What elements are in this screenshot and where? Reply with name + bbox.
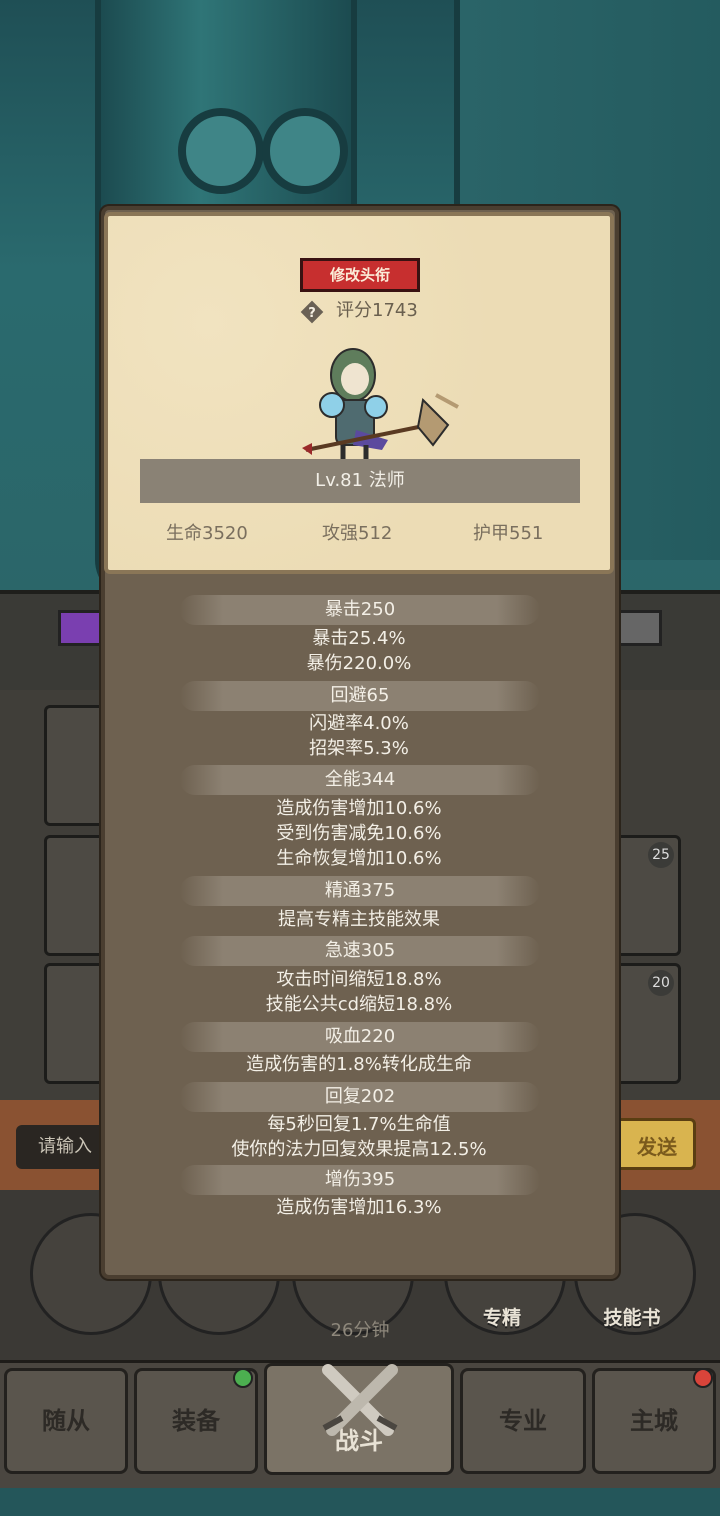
stat-attack-power: 攻强512 xyxy=(322,523,393,544)
stat-header-recovery: 回复202 xyxy=(180,1082,540,1112)
stat-header-mastery: 精通375 xyxy=(180,876,540,906)
character-avatar xyxy=(302,348,459,463)
stat-line: 造成伤害增加16.3% xyxy=(276,1197,442,1218)
question-diamond-icon[interactable]: ? xyxy=(298,298,326,326)
send-button[interactable]: 发送 xyxy=(612,1118,696,1170)
notification-dot xyxy=(233,1368,253,1388)
stat-header-versatility: 全能344 xyxy=(180,765,540,795)
stat-header-dodge: 回避65 xyxy=(180,681,540,711)
stat-header-damage-bonus: 增伤395 xyxy=(180,1165,540,1195)
stat-line: 闪避率4.0% xyxy=(309,713,409,734)
stat-line: 造成伤害的1.8%转化成生命 xyxy=(246,1054,472,1075)
level-class-bar: Lv.81 法师 xyxy=(140,459,580,503)
stat-line: 每5秒回复1.7%生命值 xyxy=(267,1114,451,1135)
crossed-swords-icon xyxy=(322,1364,398,1436)
edit-title-button[interactable]: 修改头衔 xyxy=(300,258,420,292)
stat-line: 使你的法力回复效果提高12.5% xyxy=(231,1139,487,1160)
stat-hp: 生命3520 xyxy=(166,523,248,544)
slot-count-badge: 25 xyxy=(648,842,674,868)
battle-timer: 26分钟 xyxy=(330,1320,390,1341)
stat-armor: 护甲551 xyxy=(473,523,544,544)
stat-header-haste: 急速305 xyxy=(180,936,540,966)
stat-header-lifesteal: 吸血220 xyxy=(180,1022,540,1052)
stat-line: 暴击25.4% xyxy=(312,628,406,649)
slot-count-badge: 20 xyxy=(648,970,674,996)
svg-text:?: ? xyxy=(308,306,316,321)
stat-line: 提高专精主技能效果 xyxy=(278,909,440,930)
stat-line: 暴伤220.0% xyxy=(306,653,412,674)
tab-followers[interactable]: 随从 xyxy=(4,1368,128,1474)
stat-line: 攻击时间缩短18.8% xyxy=(276,969,442,990)
stat-line: 技能公共cd缩短18.8% xyxy=(265,994,453,1015)
specialization-label: 专精 xyxy=(482,1307,521,1329)
stat-line: 造成伤害增加10.6% xyxy=(276,798,442,819)
window-right xyxy=(262,108,348,194)
stat-line: 招架率5.3% xyxy=(309,738,409,759)
score-label: 评分1743 xyxy=(336,300,418,321)
stat-line: 生命恢复增加10.6% xyxy=(276,848,442,869)
stat-header-crit: 暴击250 xyxy=(180,595,540,625)
notification-dot xyxy=(693,1368,713,1388)
stat-line: 受到伤害减免10.6% xyxy=(276,823,442,844)
skill-book-label: 技能书 xyxy=(603,1307,661,1329)
tab-profession[interactable]: 专业 xyxy=(460,1368,586,1474)
window-left xyxy=(178,108,264,194)
